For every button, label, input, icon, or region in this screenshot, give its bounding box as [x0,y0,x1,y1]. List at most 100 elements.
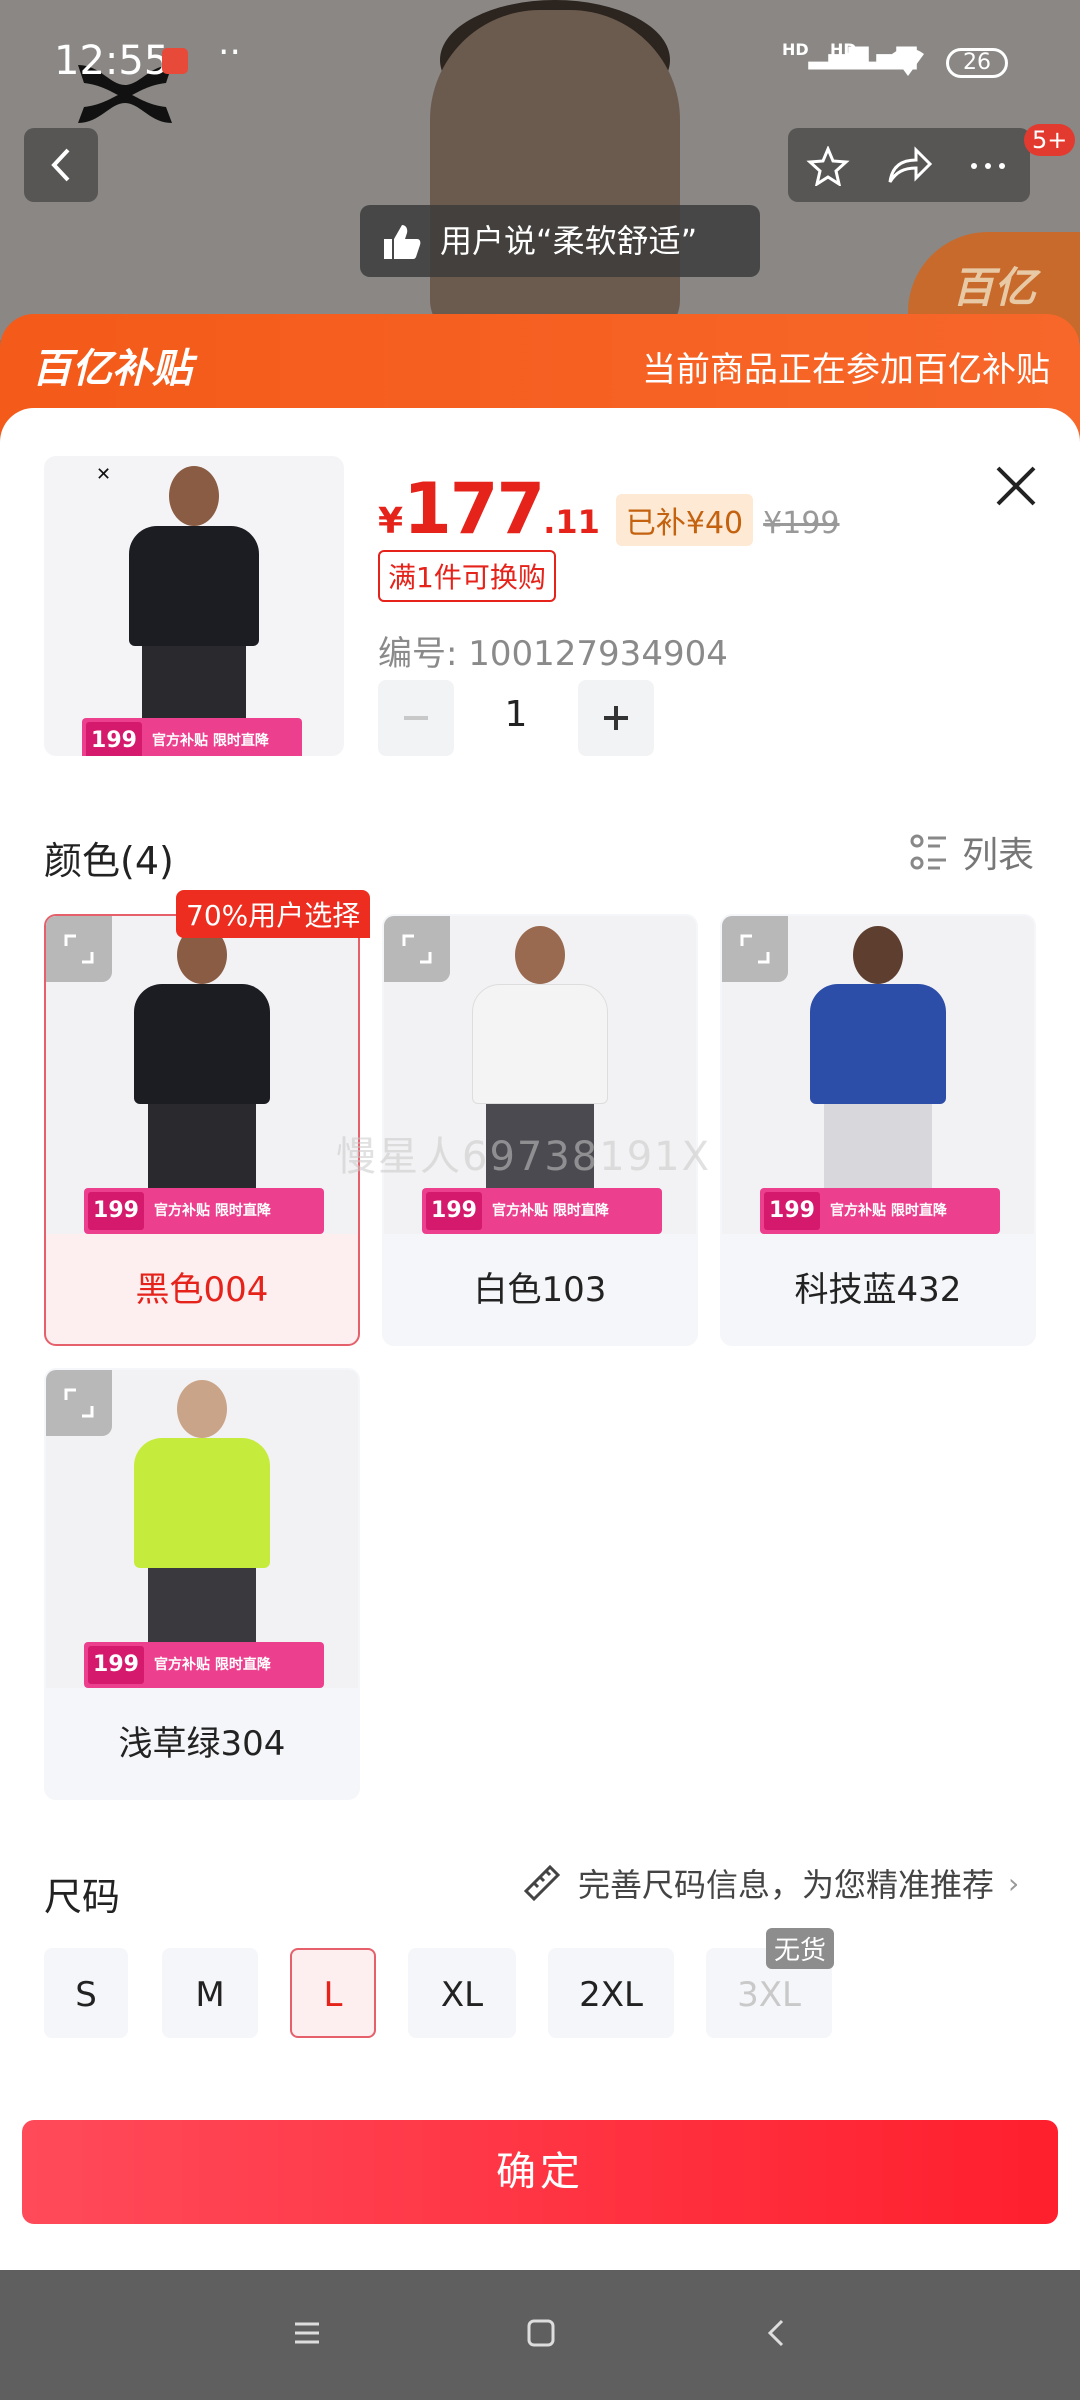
app-notification-icon [162,48,188,74]
model-figure [122,1380,282,1680]
favorite-star-icon[interactable] [806,146,850,186]
wifi-icon [892,48,924,76]
banner-text: 官方补贴 限时直降 [492,1203,609,1219]
expand-image-button[interactable] [722,916,788,982]
expand-icon [64,1388,94,1418]
expand-icon [64,934,94,964]
decrease-quantity-button[interactable] [378,680,454,756]
home-icon[interactable] [526,2318,556,2348]
model-figure [798,926,958,1226]
model-head [515,926,565,984]
model-head [169,466,219,526]
quantity-stepper: 1 [378,680,654,756]
model-figure [114,456,274,756]
close-icon[interactable] [988,458,1044,514]
menu-icon[interactable] [292,2318,322,2348]
size-option-2xl[interactable]: 2XL [548,1948,674,2038]
model-shirt [472,984,608,1104]
color-label: 黑色004 [135,1270,269,1310]
review-highlight: 用户说“柔软舒适” [360,205,760,277]
status-more-dots: ·· [218,32,241,73]
status-bar: 12:55 ·· HD▂▄▆ HD▂▄▆ 26 [0,0,1080,120]
popular-choice-badge: 70%用户选择 [176,890,371,938]
header-actions [788,128,1030,202]
price-integer: 177 [403,468,545,550]
battery-indicator: 26 [946,48,1008,78]
quantity-value: 1 [504,694,528,735]
ruler-icon [523,1864,561,1902]
list-toggle-label: 列表 [962,835,1035,876]
brand-mark: ✕ [96,464,112,485]
increase-quantity-button[interactable] [578,680,654,756]
banner-price: 199 [88,1646,144,1684]
promo-tag: 满1件可换购 [378,550,556,602]
size-section-title: 尺码 [44,1875,121,1919]
color-option-tech-blue[interactable]: ✕ 199 官方补贴 限时直降 科技蓝432 [720,914,1036,1346]
color-label: 浅草绿304 [118,1724,286,1764]
banner-price: 199 [426,1192,482,1230]
subsidy-text: 当前商品正在参加百亿补贴 [642,350,1050,390]
expand-image-button[interactable] [384,916,450,982]
out-of-stock-badge: 无货 [766,1928,835,1969]
status-time: 12:55 [54,38,170,84]
review-text: 用户说“柔软舒适” [440,222,698,260]
product-main-image[interactable]: ✕ 199 官方补贴 限时直降 [44,456,344,756]
price-decimal: .11 [543,503,600,541]
price-banner: 199 官方补贴 限时直降 [422,1188,662,1234]
share-icon[interactable] [886,146,932,186]
sku-number: 编号: 100127934904 [378,634,728,674]
banner-text: 官方补贴 限时直降 [154,1203,271,1219]
notification-badge: 5+ [1024,124,1076,156]
color-label: 白色103 [473,1270,607,1310]
size-recommend-link[interactable]: 完善尺码信息，为您精准推荐 › [520,1860,1019,1906]
color-option-black[interactable]: ✕ 199 官方补贴 限时直降 黑色004 [44,914,360,1346]
system-navigation-bar [0,2270,1080,2400]
price-banner: 199 官方补贴 限时直降 [760,1188,1000,1234]
model-shirt [810,984,946,1104]
price-row: ¥ 177 .11 已补¥40 ¥199 [378,468,840,550]
price-currency: ¥ [378,501,404,542]
expand-icon [740,934,770,964]
size-option-xl[interactable]: XL [408,1948,516,2038]
model-shirt [134,984,270,1104]
banner-text: 官方补贴 限时直降 [830,1203,947,1219]
expand-image-button[interactable] [46,916,112,982]
banner-price: 199 [88,1192,144,1230]
list-icon [910,834,946,870]
expand-icon [402,934,432,964]
banner-text: 官方补贴 限时直降 [152,733,269,749]
original-price: ¥199 [763,506,840,541]
expand-image-button[interactable] [46,1370,112,1436]
price-banner: 199 官方补贴 限时直降 [82,718,302,756]
color-label: 科技蓝432 [794,1270,962,1310]
back-nav-icon[interactable] [762,2318,792,2348]
model-head [853,926,903,984]
watermark: 慢星人69738191X [336,1134,711,1180]
subsidy-logo: 百亿补贴 [32,346,192,392]
model-figure [122,926,282,1226]
corner-badge-text: 百亿 [952,263,1037,312]
price-banner: 199 官方补贴 限时直降 [84,1642,324,1688]
size-hint-text: 完善尺码信息，为您精准推荐 [578,1866,995,1904]
size-option-m[interactable]: M [162,1948,258,2038]
thumbs-up-icon [384,225,421,259]
banner-price: 199 [86,722,142,756]
size-option-s[interactable]: S [44,1948,128,2038]
model-shirt [129,526,259,646]
model-shirt [134,1438,270,1568]
signal-1-label: HD [782,40,809,59]
chevron-left-icon [51,148,70,182]
list-view-toggle[interactable]: 列表 [910,826,1034,878]
banner-price: 199 [764,1192,820,1230]
chevron-right-icon: › [1008,1866,1020,1900]
price-banner: 199 官方补贴 限时直降 [84,1188,324,1234]
color-option-lime-green[interactable]: ✕ 199 官方补贴 限时直降 浅草绿304 [44,1368,360,1800]
color-section-title: 颜色(4) [44,839,174,883]
banner-text: 官方补贴 限时直降 [154,1657,271,1673]
confirm-button[interactable]: 确定 [22,2120,1058,2224]
more-icon[interactable] [966,146,1010,186]
size-option-l[interactable]: L [290,1948,376,2038]
model-head [177,1380,227,1438]
back-button[interactable] [24,128,98,202]
signal-2-label: HD [830,40,857,59]
